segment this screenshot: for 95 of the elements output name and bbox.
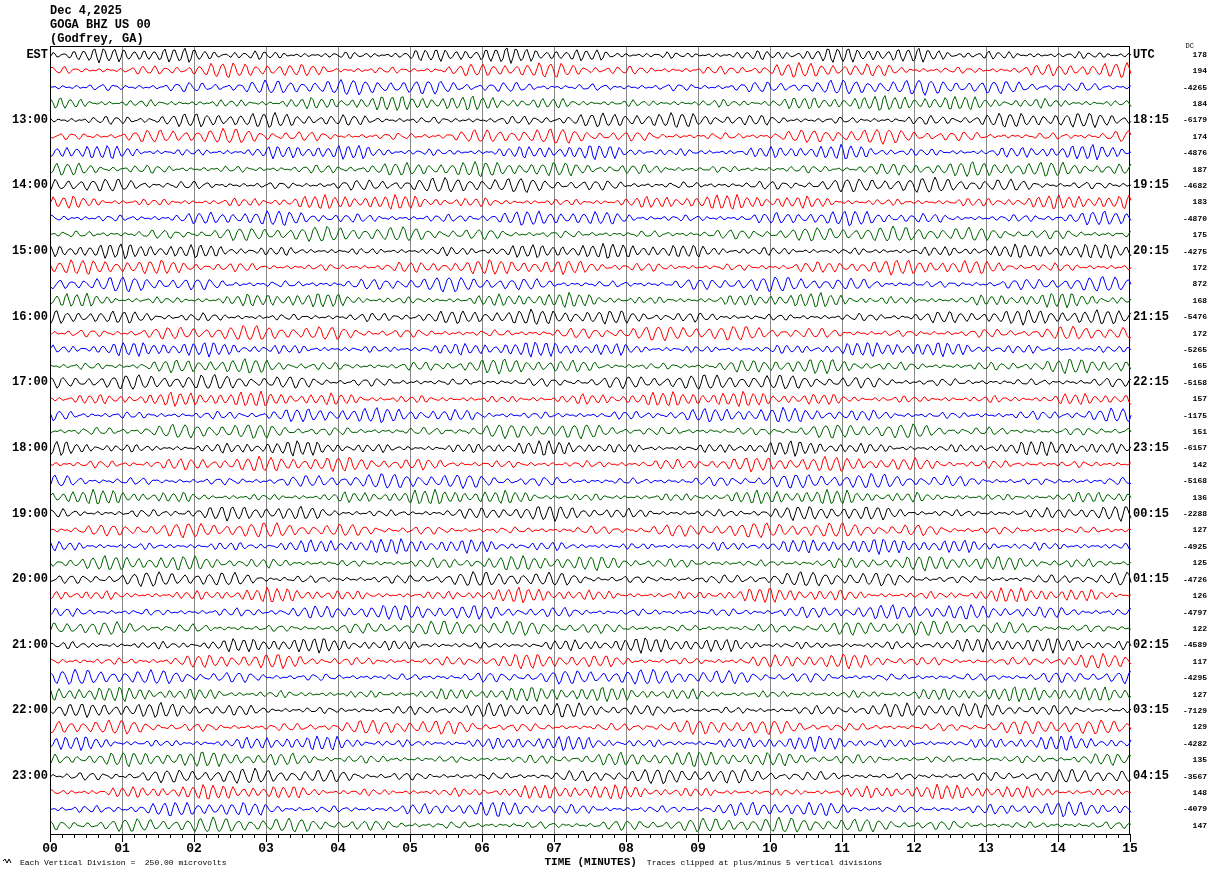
- est-header: EST: [25, 47, 49, 62]
- est-time-label: 22:00: [11, 703, 49, 718]
- utc-time-label: 03:15: [1132, 703, 1170, 718]
- dc-offset-label: -4589: [1183, 640, 1207, 650]
- est-time-label: 18:00: [11, 440, 49, 455]
- dc-offset-label: 147: [1192, 821, 1207, 831]
- utc-time-label: 18:15: [1132, 112, 1170, 127]
- dc-offset-label: -4876: [1183, 148, 1207, 158]
- utc-time-label: 02:15: [1132, 637, 1170, 652]
- scale-note: Each Vertical Division = 250.00 microvolts: [20, 857, 227, 867]
- station-title: GOGA BHZ US 00: [50, 18, 151, 32]
- minute-tick-label: 07: [546, 841, 562, 856]
- dc-offset-label: 136: [1192, 492, 1207, 502]
- utc-time-label: 00:15: [1132, 506, 1170, 521]
- dc-offset-label: -4726: [1183, 574, 1207, 584]
- est-time-label: 14:00: [11, 178, 49, 193]
- dc-offset-label: -4079: [1183, 804, 1207, 814]
- est-time-label: 15:00: [11, 244, 49, 259]
- minute-tick-label: 03: [258, 841, 274, 856]
- dc-offset-label: -5158: [1183, 377, 1207, 387]
- utc-time-label: 22:15: [1132, 375, 1170, 390]
- minute-tick-label: 01: [114, 841, 130, 856]
- est-time-label: 20:00: [11, 572, 49, 587]
- dc-offset-label: -4797: [1183, 607, 1207, 617]
- dc-offset-label: 172: [1192, 328, 1207, 338]
- dc-offset-label: 129: [1192, 722, 1207, 732]
- dc-offset-label: 178: [1192, 50, 1207, 60]
- minute-tick-label: 14: [1050, 841, 1066, 856]
- time-axis-title: TIME (MINUTES): [544, 855, 637, 868]
- minute-tick-label: 13: [978, 841, 994, 856]
- utc-time-label: 01:15: [1132, 572, 1170, 587]
- est-time-label: 17:00: [11, 375, 49, 390]
- utc-time-label: 04:15: [1132, 769, 1170, 784]
- dc-offset-label: -4282: [1183, 738, 1207, 748]
- dc-offset-label: 168: [1192, 295, 1207, 305]
- minute-tick-label: 11: [834, 841, 850, 856]
- dc-offset-label: -6179: [1183, 115, 1207, 125]
- est-time-label: 19:00: [11, 506, 49, 521]
- dc-offset-label: 174: [1192, 131, 1207, 141]
- minute-tick-label: 06: [474, 841, 490, 856]
- est-time-label: 16:00: [11, 309, 49, 324]
- dc-offset-label: 142: [1192, 459, 1207, 469]
- dc-offset-label: 151: [1192, 427, 1207, 437]
- dc-offset-label: -4265: [1183, 82, 1207, 92]
- dc-offset-label: -4295: [1183, 673, 1207, 683]
- dc-offset-label: 184: [1192, 98, 1207, 108]
- dc-offset-label: -5265: [1183, 345, 1207, 354]
- dc-offset-label: 126: [1192, 591, 1207, 601]
- dc-offset-label: 175: [1192, 230, 1207, 240]
- minute-tick-label: 09: [690, 841, 706, 856]
- est-time-label: 23:00: [11, 769, 49, 784]
- minute-tick-label: 02: [186, 841, 202, 856]
- utc-time-label: 21:15: [1132, 309, 1170, 324]
- minute-tick-label: 00: [42, 841, 58, 856]
- dc-offset-label: -6157: [1183, 443, 1207, 453]
- dc-offset-label: 127: [1192, 689, 1207, 699]
- location-title: (Godfrey, GA): [50, 32, 144, 46]
- dc-offset-label: 122: [1192, 623, 1207, 633]
- dc-offset-label: -5476: [1183, 312, 1207, 322]
- scale-wave-icon: [2, 858, 12, 863]
- minute-tick-label: 05: [402, 841, 418, 856]
- utc-time-label: 20:15: [1132, 244, 1170, 259]
- dc-offset-label: 127: [1192, 525, 1207, 535]
- dc-offset-label: -7129: [1183, 705, 1207, 715]
- dc-offset-label: -4275: [1183, 246, 1207, 256]
- utc-time-label: 19:15: [1132, 178, 1170, 193]
- minute-tick-label: 08: [618, 841, 634, 856]
- dc-offset-label: -4925: [1183, 541, 1207, 551]
- dc-offset-label: 172: [1192, 263, 1207, 272]
- dc-offset-label: 157: [1192, 394, 1207, 404]
- dc-offset-label: -2288: [1183, 509, 1207, 519]
- minute-tick-label: 12: [906, 841, 922, 856]
- est-time-label: 21:00: [11, 637, 49, 652]
- dc-offset-label: 872: [1192, 279, 1207, 289]
- dc-offset-label: 165: [1192, 361, 1207, 371]
- date-title: Dec 4,2025: [50, 4, 122, 18]
- dc-offset-label: -5168: [1183, 476, 1207, 486]
- clip-note: Traces clipped at plus/minus 5 vertical divisions: [646, 857, 883, 867]
- dc-offset-label: 148: [1192, 788, 1207, 797]
- dc-offset-label: 183: [1192, 197, 1207, 207]
- dc-offset-label: 187: [1192, 164, 1207, 174]
- dc-offset-label: -1175: [1183, 410, 1207, 420]
- dc-offset-label: 135: [1192, 755, 1207, 765]
- dc-offset-label: -4682: [1183, 180, 1207, 190]
- dc-offset-label: -4870: [1183, 213, 1207, 223]
- minute-tick-label: 04: [330, 841, 346, 856]
- minute-tick-label: 15: [1122, 841, 1138, 856]
- dc-offset-label: -3567: [1183, 771, 1207, 781]
- est-time-label: 13:00: [11, 112, 49, 127]
- dc-offset-label: 125: [1192, 558, 1207, 568]
- utc-time-label: 23:15: [1132, 440, 1170, 455]
- dc-offset-label: 194: [1192, 66, 1207, 76]
- utc-header: UTC: [1132, 47, 1156, 62]
- dc-offset-label: 117: [1192, 656, 1207, 666]
- minute-tick-label: 10: [762, 841, 778, 856]
